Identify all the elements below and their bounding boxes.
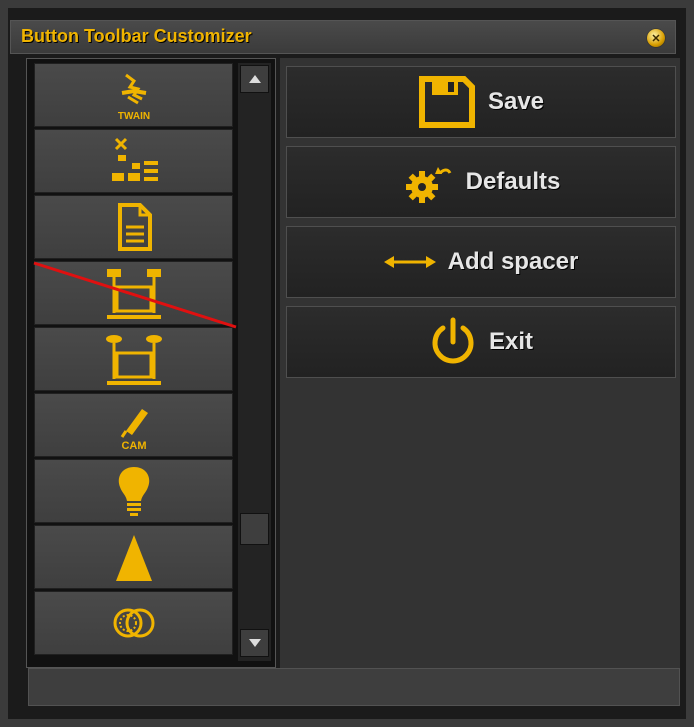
actions-pane: Save Defaults Add spacer Exit [280, 58, 680, 668]
add-spacer-label: Add spacer [447, 248, 579, 275]
exit-label: Exit [488, 328, 533, 355]
document-icon [117, 203, 152, 251]
color-filter-icon [113, 608, 154, 638]
list-item-copystand-lights[interactable] [34, 327, 233, 391]
cam-caption: CAM [121, 440, 146, 452]
list-item-layout-arrange[interactable] [34, 129, 233, 193]
list-item-triangle[interactable] [34, 525, 233, 589]
list-item-camera-pen[interactable]: CAM [34, 393, 233, 457]
close-icon[interactable]: ✕ [647, 29, 665, 47]
gear-reset-icon [405, 167, 451, 203]
twain-caption: TWAIN [117, 111, 149, 122]
save-label: Save [487, 88, 545, 115]
arrow-up-icon [248, 75, 261, 83]
layout-arrange-icon [111, 137, 158, 181]
list-item-twain[interactable]: TWAIN [34, 63, 233, 127]
list-item-color-filter[interactable] [34, 591, 233, 655]
list-item-dual-camera-copystand[interactable] [34, 261, 233, 325]
window-title: Button Toolbar Customizer [21, 26, 252, 46]
exit-button[interactable]: Exit [286, 306, 676, 378]
scroll-thumb[interactable] [240, 513, 269, 545]
scroll-up-button[interactable] [240, 65, 269, 93]
arrow-down-icon [248, 639, 261, 647]
defaults-button[interactable]: Defaults [286, 146, 676, 218]
title-bar: Button Toolbar Customizer ✕ [10, 20, 676, 54]
defaults-label: Defaults [465, 168, 561, 195]
list-item-light-bulb[interactable] [34, 459, 233, 523]
scroll-down-button[interactable] [240, 629, 269, 657]
light-bulb-icon [118, 467, 149, 516]
double-arrow-icon [383, 256, 436, 268]
status-bar [28, 668, 680, 706]
list-scrollbar[interactable] [238, 63, 271, 661]
power-icon [432, 317, 474, 364]
copystand-lights-icon [105, 335, 162, 385]
triangle-icon [115, 535, 152, 581]
camera-pen-icon: CAM [120, 409, 148, 452]
dual-camera-copystand-icon [106, 269, 161, 319]
twain-scanner-icon: TWAIN [117, 73, 150, 122]
save-button[interactable]: Save [286, 66, 676, 138]
floppy-disk-icon [418, 76, 475, 128]
list-item-document[interactable] [34, 195, 233, 259]
toolbar-button-list: TWAIN CAM [26, 58, 276, 668]
add-spacer-button[interactable]: Add spacer [286, 226, 676, 298]
